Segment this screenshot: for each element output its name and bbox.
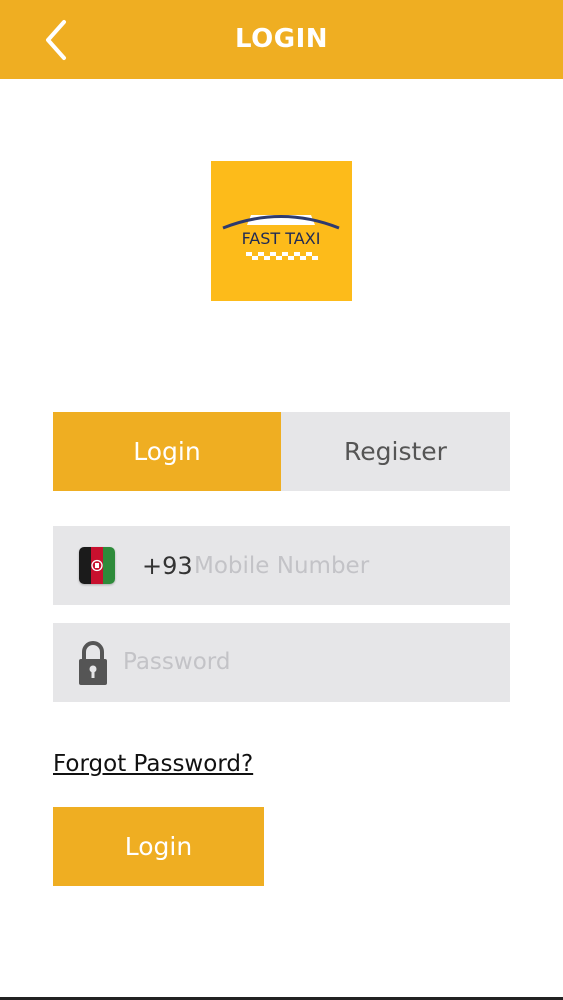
tab-register[interactable]: Register [281,412,510,491]
page-title: LOGIN [234,24,329,54]
country-code[interactable]: +93 [142,552,193,580]
app-logo: FAST TAXI [211,161,352,301]
auth-tabs: Login Register [53,412,510,491]
taxi-logo-icon: FAST TAXI [222,215,340,260]
afghanistan-flag-icon[interactable] [79,547,115,584]
forgot-password-link[interactable]: Forgot Password? [53,751,253,777]
login-button[interactable]: Login [53,807,264,886]
password-input[interactable] [123,642,493,682]
tab-login[interactable]: Login [53,412,281,491]
mobile-number-input[interactable] [194,546,494,586]
header-bar: LOGIN [0,0,563,79]
lock-icon [79,641,107,685]
logo-text: FAST TAXI [242,229,321,248]
password-field [53,623,510,702]
mobile-field: +93 [53,526,510,605]
